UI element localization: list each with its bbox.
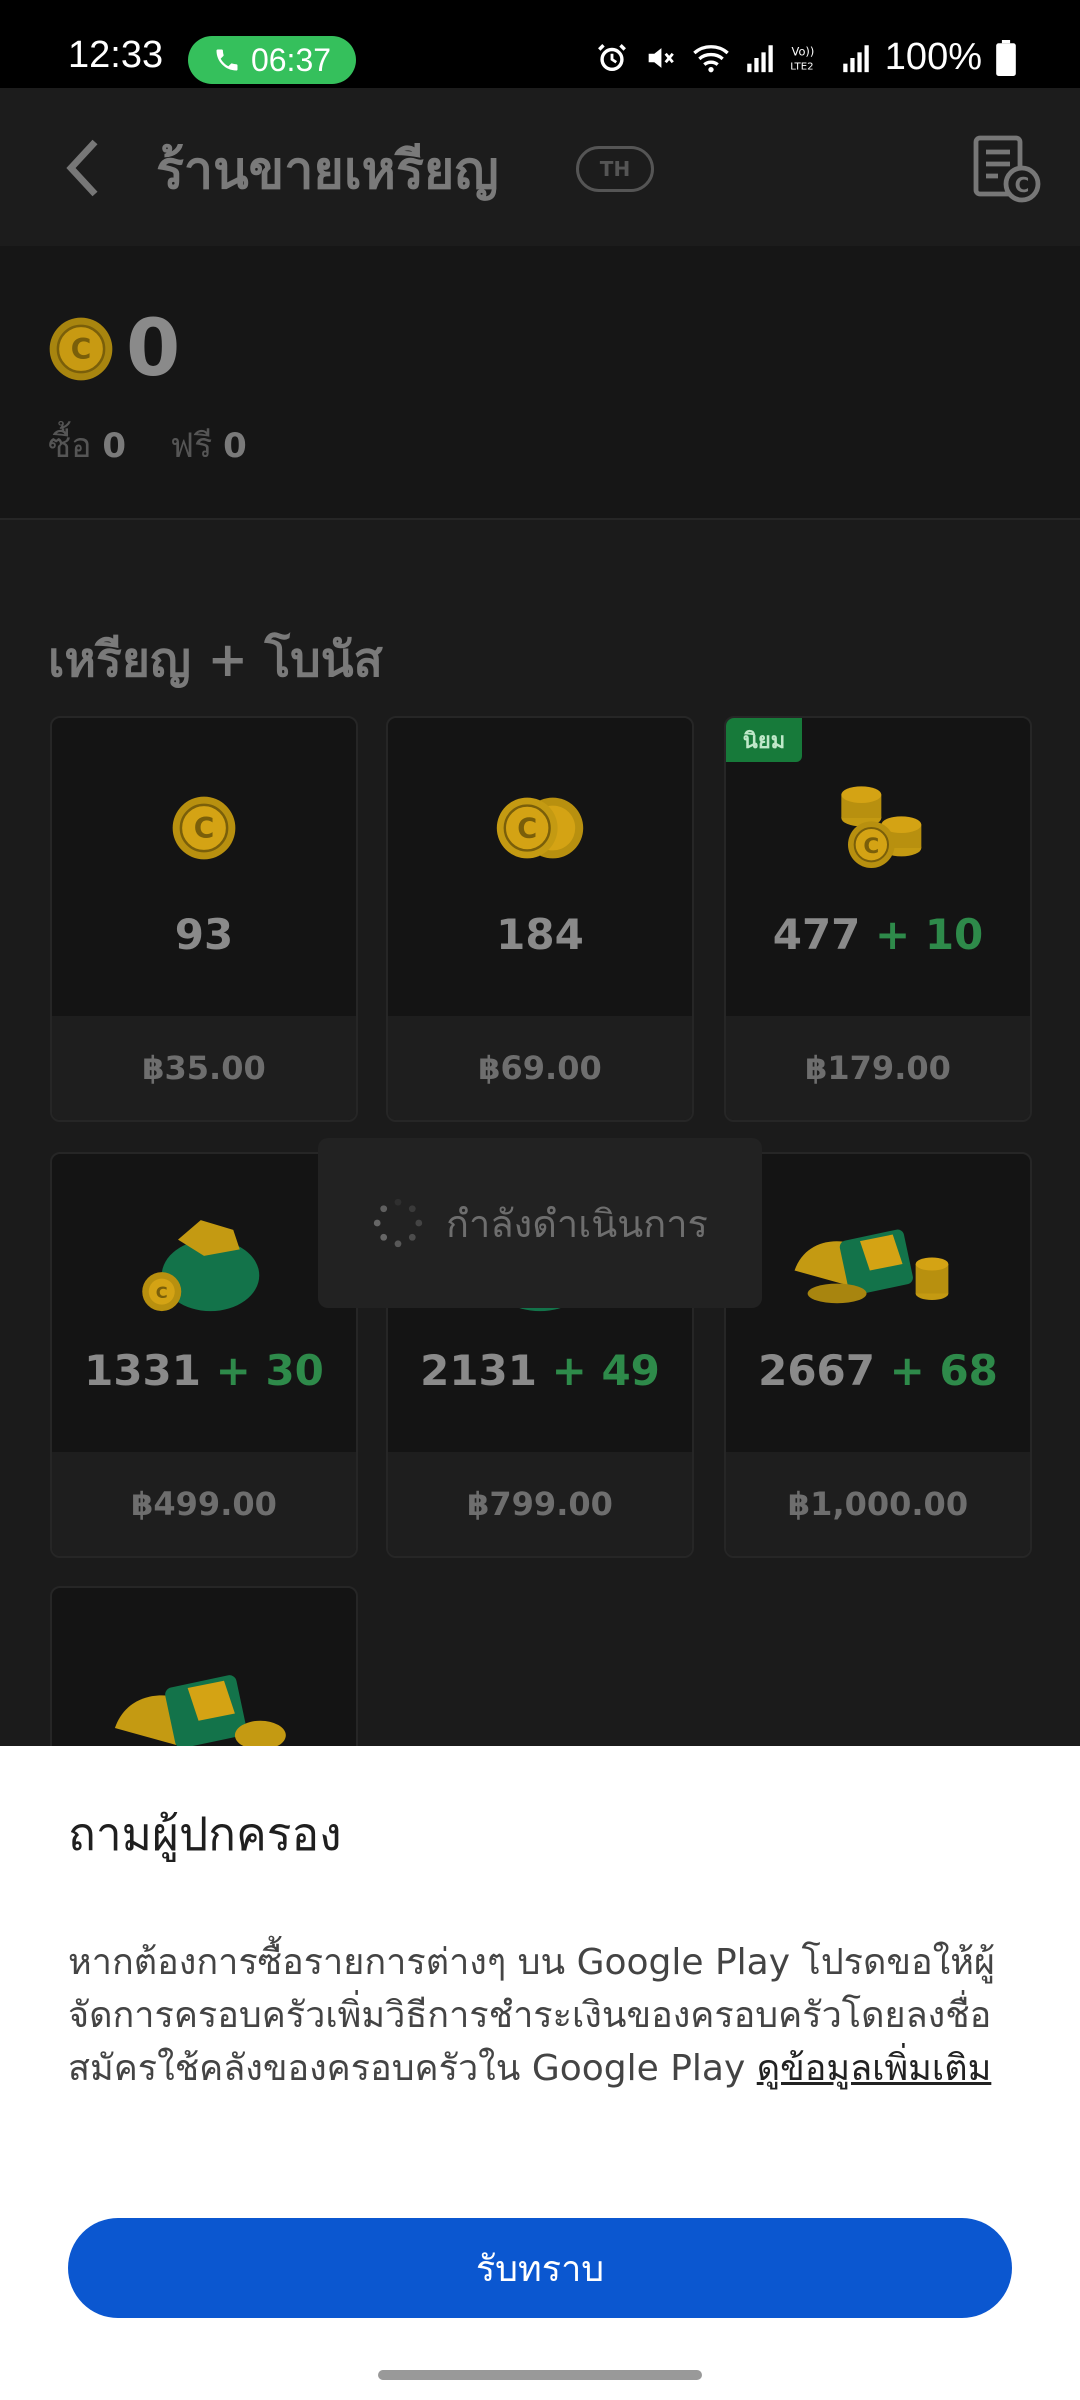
bonus-amount: + 30 [215, 1346, 324, 1395]
loading-indicator: กำลังดำเนินการ [318, 1138, 762, 1308]
call-timer: 06:37 [250, 41, 332, 78]
svg-text:C: C [517, 814, 537, 845]
coin-bag-icon: C [142, 1220, 260, 1312]
battery-percent: 100% [884, 36, 982, 78]
svg-text:C: C [156, 1283, 168, 1302]
status-bar: 12:33 06:37 Vo)) LTE2 100% [0, 0, 1080, 88]
volte-icon: Vo)) LTE2 [790, 44, 814, 72]
coin-amount: 2667 + 68 [758, 1346, 998, 1395]
coin-balance: C 0 ซื้อ 0 ฟรี 0 [0, 246, 1080, 520]
phone-icon [216, 49, 238, 71]
page-title: ร้านขายเหรียญ [156, 141, 499, 201]
acknowledge-button[interactable]: รับทราบ [68, 2218, 1012, 2318]
sheet-title: ถามผู้ปกครอง [68, 1807, 342, 1861]
signal-icon-2 [843, 44, 869, 72]
bonus-amount: + 49 [551, 1346, 660, 1395]
purchased-value: 0 [102, 426, 126, 466]
price-label: ฿799.00 [388, 1452, 692, 1556]
ask-parent-sheet: ถามผู้ปกครอง หากต้องการซื้อรายการต่างๆ บ… [0, 1746, 1080, 2400]
status-time: 12:33 [68, 34, 164, 76]
price-label: ฿1,000.00 [726, 1452, 1030, 1556]
svg-text:LTE2: LTE2 [790, 61, 813, 72]
treasure-chest-icon [794, 1229, 949, 1304]
learn-more-link[interactable]: ดูข้อมูลเพิ่มเติม [757, 2048, 992, 2089]
coin-amount: 93 [174, 910, 234, 959]
product-card-1331[interactable]: C 1331 + 30 ฿499.00 [50, 1152, 358, 1558]
price-label: ฿69.00 [388, 1016, 692, 1120]
popular-badge: นิยม [726, 718, 802, 762]
signal-icon [747, 44, 773, 72]
product-card-93[interactable]: C 93 ฿35.00 [50, 716, 358, 1122]
product-card-2667[interactable]: 2667 + 68 ฿1,000.00 [724, 1152, 1032, 1558]
home-indicator[interactable] [378, 2370, 702, 2380]
coin-history-icon: C [973, 135, 1041, 203]
bonus-amount: + 68 [889, 1346, 998, 1395]
sheet-body: หากต้องการซื้อรายการต่างๆ บน Google Play… [68, 1936, 1008, 2095]
coin-amount: 477 + 10 [772, 910, 984, 959]
battery-icon [996, 39, 1016, 76]
coin-history-button[interactable]: C [970, 132, 1042, 204]
bonus-amount: + 10 [875, 910, 984, 959]
purchased-coins: ซื้อ 0 [48, 418, 126, 472]
loading-text: กำลังดำเนินการ [446, 1201, 708, 1246]
svg-text:C: C [863, 834, 879, 859]
product-card-477[interactable]: นิยม C 477 + 10 ฿179.00 [724, 716, 1032, 1122]
spinner-icon [373, 1198, 423, 1248]
price-label: ฿35.00 [52, 1016, 356, 1120]
back-button[interactable] [48, 128, 118, 208]
svg-text:C: C [194, 812, 215, 845]
price-label: ฿499.00 [52, 1452, 356, 1556]
product-card-184[interactable]: C 184 ฿69.00 [386, 716, 694, 1122]
free-coins: ฟรี 0 [170, 418, 247, 472]
purchased-label: ซื้อ [48, 426, 92, 466]
coin-amount: 184 [496, 910, 584, 959]
coin-icon: C [49, 317, 113, 381]
section-title: เหรียญ + โบนัส [48, 632, 383, 688]
free-label: ฟรี [169, 426, 213, 466]
coin-stack-icon: C [841, 786, 922, 868]
balance-total: 0 [126, 304, 181, 394]
svg-text:C: C [71, 333, 92, 366]
coin-amount: 2131 + 49 [420, 1346, 660, 1395]
mute-icon [648, 47, 674, 68]
svg-text:C: C [1015, 173, 1030, 197]
wifi-icon [693, 44, 729, 72]
price-label: ฿179.00 [726, 1016, 1030, 1120]
free-value: 0 [223, 426, 247, 466]
alarm-icon [597, 43, 626, 71]
coin-amount: 1331 + 30 [84, 1346, 324, 1395]
two-coins-icon: C [496, 797, 584, 859]
arrow-left-icon [66, 139, 98, 197]
app-header: ร้านขายเหรียญ TH C [0, 88, 1080, 246]
single-coin-icon: C [172, 796, 236, 860]
call-indicator[interactable]: 06:37 [188, 36, 356, 84]
svg-text:Vo)): Vo)) [791, 44, 814, 58]
region-badge: TH [576, 146, 654, 192]
